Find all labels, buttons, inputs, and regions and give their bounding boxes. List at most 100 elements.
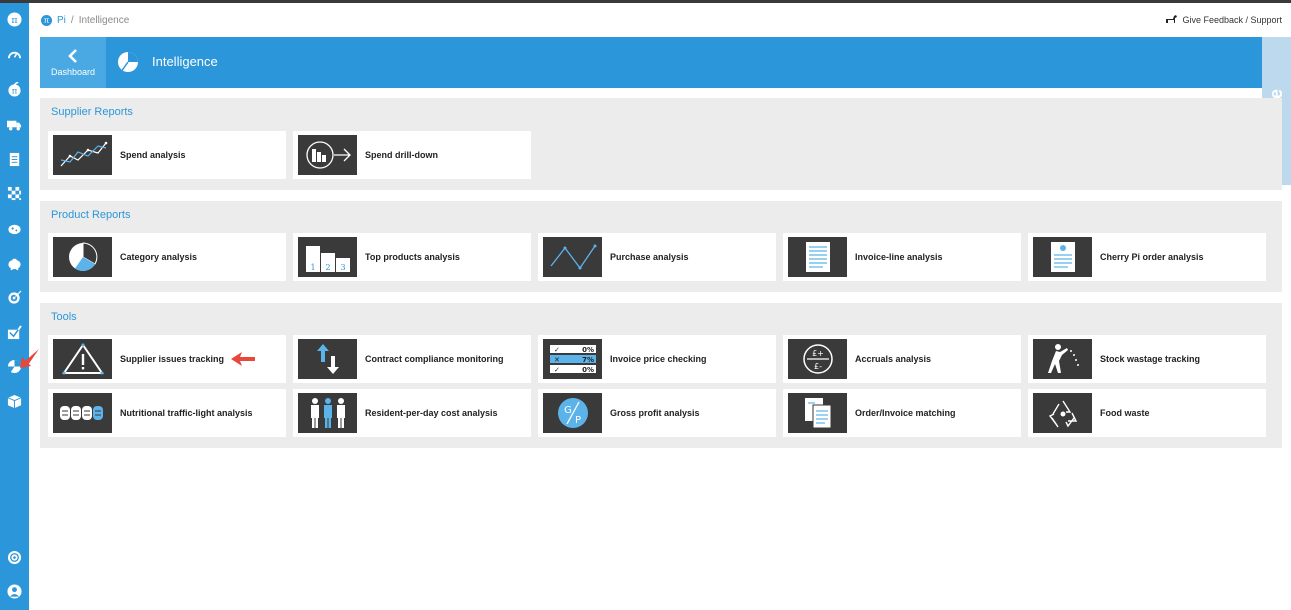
document-icon[interactable] xyxy=(6,151,23,168)
supplier-issues-thumbnail xyxy=(53,339,112,379)
food-waste-card[interactable]: Food waste xyxy=(1028,389,1266,437)
spend-analysis-thumbnail xyxy=(53,135,112,175)
breadcrumb: π Pi / Intelligence xyxy=(41,13,129,27)
cow-icon[interactable] xyxy=(6,220,23,237)
resident-cost-thumbnail xyxy=(298,393,357,433)
invoice-price-checking-card[interactable]: ✓ ✕ ✓ 0% 7% 0% Invoice price checking xyxy=(538,335,776,383)
annotation-arrow-icon xyxy=(231,352,255,366)
card-label: Supplier issues tracking xyxy=(120,354,225,364)
drill-down-icon xyxy=(305,141,351,169)
sidebar: π π xyxy=(0,3,29,610)
card-label: Invoice-line analysis xyxy=(855,252,943,262)
accruals-thumbnail: £+ £- xyxy=(788,339,847,379)
breadcrumb-separator: / xyxy=(70,14,74,26)
person-throwing-icon xyxy=(1047,344,1079,373)
user-icon[interactable] xyxy=(6,583,23,600)
tools-section: Tools Supplier issues tracking Contract … xyxy=(40,303,1282,448)
traffic-light-labels-icon xyxy=(59,406,103,420)
card-label: Stock wastage tracking xyxy=(1100,354,1201,364)
card-label: Category analysis xyxy=(120,252,198,262)
order-document-icon xyxy=(1050,242,1075,272)
pie-chart-icon xyxy=(68,242,97,271)
spend-analysis-card[interactable]: Spend analysis xyxy=(48,131,286,179)
line-chart-icon xyxy=(60,141,107,167)
invoice-icon xyxy=(805,242,830,272)
order-invoice-thumbnail xyxy=(788,393,847,433)
dashboard-gauge-icon[interactable] xyxy=(6,46,23,63)
top-products-analysis-card[interactable]: 1 2 3 Top products analysis xyxy=(293,233,531,281)
stock-wastage-thumbnail xyxy=(1033,339,1092,379)
pi-logo-icon[interactable]: π xyxy=(41,14,52,26)
svg-text:π: π xyxy=(12,86,18,96)
dashboard-back-button[interactable]: Dashboard xyxy=(40,37,106,88)
breadcrumb-current: Intelligence xyxy=(78,14,130,26)
checked-box-icon[interactable] xyxy=(6,324,23,341)
supplier-reports-section: Supplier Reports Spend analysis Spend dr… xyxy=(40,98,1282,190)
contract-compliance-thumbnail xyxy=(298,339,357,379)
card-label: Spend drill-down xyxy=(365,150,438,160)
chevron-left-icon xyxy=(68,48,77,63)
category-analysis-thumbnail xyxy=(53,237,112,277)
matching-documents-icon xyxy=(804,398,831,429)
resident-per-day-cost-analysis-card[interactable]: Resident-per-day cost analysis xyxy=(293,389,531,437)
gross-profit-analysis-card[interactable]: G P Gross profit analysis xyxy=(538,389,776,437)
recycle-icon xyxy=(1048,400,1077,428)
purchase-analysis-thumbnail xyxy=(543,237,602,277)
svg-text:π: π xyxy=(11,15,17,26)
spend-drill-down-card[interactable]: Spend drill-down xyxy=(293,131,531,179)
page-title: Intelligence xyxy=(152,54,218,69)
up-down-arrows-icon xyxy=(316,344,339,374)
cherry-pi-thumbnail xyxy=(1033,237,1092,277)
checkerboard-icon[interactable] xyxy=(6,185,23,202)
category-analysis-card[interactable]: Category analysis xyxy=(48,233,286,281)
card-label: Nutritional traffic-light analysis xyxy=(120,408,253,418)
stock-wastage-tracking-card[interactable]: Stock wastage tracking xyxy=(1028,335,1266,383)
price-row-1-value: 0% xyxy=(582,346,594,354)
feedback-link[interactable]: Give Feedback / Support xyxy=(1165,14,1282,25)
gp-letter-p: P xyxy=(574,415,580,426)
intelligence-pie-icon xyxy=(118,52,138,72)
podium-icon: 1 2 3 xyxy=(305,246,350,272)
card-label: Gross profit analysis xyxy=(610,408,700,418)
section-title: Supplier Reports xyxy=(51,106,133,118)
contract-compliance-monitoring-card[interactable]: Contract compliance monitoring xyxy=(293,335,531,383)
order-invoice-matching-card[interactable]: Order/Invoice matching xyxy=(783,389,1021,437)
card-label: Accruals analysis xyxy=(855,354,932,364)
breadcrumb-home-link[interactable]: Pi xyxy=(57,15,66,26)
section-title: Tools xyxy=(51,311,77,323)
pi-apple-icon[interactable]: π xyxy=(6,81,23,98)
card-label: Top products analysis xyxy=(365,252,460,262)
section-title: Product Reports xyxy=(51,209,131,221)
supplier-issues-tracking-card[interactable]: Supplier issues tracking xyxy=(48,335,286,383)
podium-number-2: 2 xyxy=(325,263,330,272)
invoice-line-analysis-card[interactable]: Invoice-line analysis xyxy=(783,233,1021,281)
box-icon[interactable] xyxy=(6,393,23,410)
podium-number-3: 3 xyxy=(340,263,345,272)
card-label: Spend analysis xyxy=(120,150,186,160)
target-icon[interactable] xyxy=(6,289,23,306)
chat-help-icon[interactable] xyxy=(6,549,23,566)
piggy-bank-icon[interactable] xyxy=(6,255,23,272)
svg-text:✓: ✓ xyxy=(554,366,560,374)
svg-text:✕: ✕ xyxy=(554,356,560,364)
card-label: Resident-per-day cost analysis xyxy=(365,408,498,418)
nutritional-traffic-light-analysis-card[interactable]: Nutritional traffic-light analysis xyxy=(48,389,286,437)
annotation-arrow-icon xyxy=(20,349,39,368)
purchase-analysis-card[interactable]: Purchase analysis xyxy=(538,233,776,281)
product-reports-section: Product Reports Category analysis 1 2 3 … xyxy=(40,201,1282,292)
nutritional-thumbnail xyxy=(53,393,112,433)
truck-icon[interactable] xyxy=(6,116,23,133)
card-label: Contract compliance monitoring xyxy=(365,354,504,364)
people-group-icon xyxy=(310,398,345,428)
pi-logo-icon[interactable]: π xyxy=(6,11,23,28)
card-label: Invoice price checking xyxy=(610,354,707,364)
spend-drill-down-thumbnail xyxy=(298,135,357,175)
gp-badge-icon: G P xyxy=(557,398,588,428)
price-check-table-icon: ✓ ✕ ✓ 0% 7% 0% xyxy=(549,345,596,374)
page-header: Dashboard Intelligence xyxy=(40,37,1282,88)
price-row-3-value: 0% xyxy=(582,366,594,374)
accruals-analysis-card[interactable]: £+ £- Accruals analysis xyxy=(783,335,1021,383)
cherry-pi-order-analysis-card[interactable]: Cherry Pi order analysis xyxy=(1028,233,1266,281)
card-label: Order/Invoice matching xyxy=(855,408,956,418)
gross-profit-thumbnail: G P xyxy=(543,393,602,433)
